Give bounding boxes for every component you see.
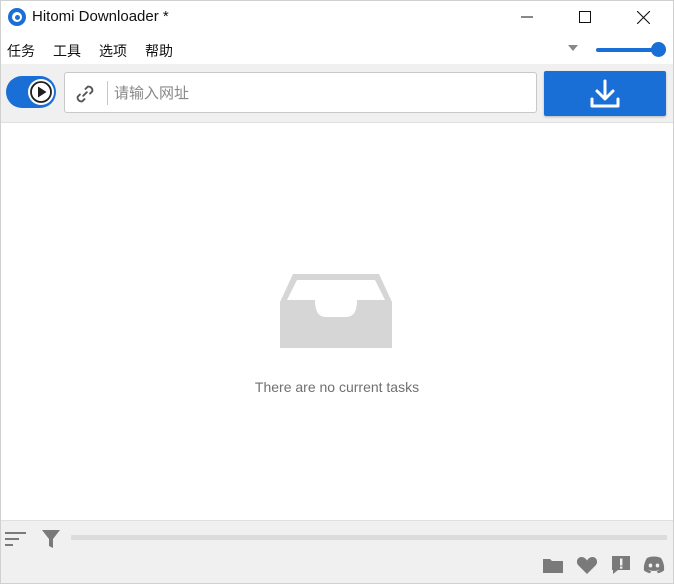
heart-icon[interactable] [576, 555, 598, 575]
toggle-knob [28, 79, 54, 105]
toolbar [1, 64, 673, 123]
menu-options[interactable]: 选项 [99, 41, 127, 61]
close-icon [636, 10, 650, 24]
url-box[interactable] [64, 72, 537, 113]
close-button[interactable] [614, 1, 672, 33]
title-bar[interactable]: Hitomi Downloader * [1, 1, 673, 35]
download-button[interactable] [544, 71, 666, 116]
empty-state-message: There are no current tasks [254, 379, 420, 395]
window-title: Hitomi Downloader * [32, 8, 169, 25]
run-toggle[interactable] [6, 76, 56, 108]
feedback-icon[interactable] [610, 555, 632, 575]
folder-icon[interactable] [542, 555, 564, 575]
app-window: Hitomi Downloader * 任务 工具 选项 帮助 请输入网址 Th… [0, 0, 674, 584]
task-list-area: There are no current tasks [1, 124, 673, 520]
minimize-icon [521, 16, 533, 18]
menu-tools[interactable]: 工具 [53, 41, 81, 61]
chevron-down-icon[interactable] [568, 45, 578, 51]
maximize-icon [579, 11, 591, 23]
progress-bar [71, 535, 667, 540]
sort-icon[interactable] [5, 531, 27, 547]
inbox-tray-icon [280, 274, 392, 348]
status-bar [1, 520, 673, 583]
menu-help[interactable]: 帮助 [145, 41, 173, 61]
menu-tasks[interactable]: 任务 [7, 41, 35, 61]
maximize-button[interactable] [556, 1, 614, 33]
play-icon [30, 81, 52, 103]
url-separator [107, 81, 108, 105]
minimize-button[interactable] [498, 1, 556, 33]
discord-icon[interactable] [643, 555, 665, 575]
filter-icon[interactable] [41, 529, 61, 549]
app-logo-icon [8, 8, 26, 26]
download-icon [590, 79, 620, 107]
slider-thumb[interactable] [651, 42, 666, 57]
url-input[interactable] [114, 79, 524, 107]
link-icon [76, 85, 94, 103]
menu-bar: 任务 工具 选项 帮助 [1, 35, 673, 63]
